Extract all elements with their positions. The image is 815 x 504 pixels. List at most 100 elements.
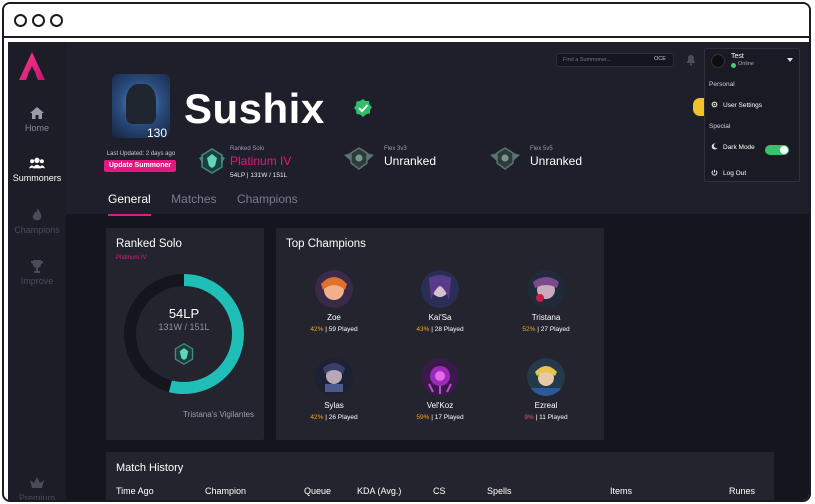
rank-tier-label: Unranked [384,154,437,168]
profile-header: 130 Sushix Last Updated: 2 days ago Upda… [66,42,809,216]
lp-progress-ring: 54LP 131W / 151L [122,272,246,396]
card-title: Match History [116,462,184,474]
champion-portrait-ezreal [527,358,565,396]
sidebar-item-label: Improve [20,276,54,286]
rank-queue-label: Flex 3v3 [384,146,407,152]
platinum-emblem-icon [174,342,194,366]
platinum-emblem-icon [199,148,225,174]
ranked-solo-tier: Platinum IV [116,255,147,261]
champion-name: Sylas [324,401,344,410]
summoner-name: Sushix [184,85,325,132]
moon-icon [711,143,718,150]
champion-item-sylas[interactable]: Sylas 42% | 26 Played [289,358,379,421]
user-dropdown-menu: Test Online Personal User Settings Speci… [704,48,800,182]
champion-name: Vel'Koz [426,401,454,410]
card-title: Ranked Solo [116,238,182,250]
region-select[interactable]: OCE [654,56,666,62]
window-control-maximize[interactable] [50,14,63,27]
champion-item-kaisa[interactable]: Kai'Sa 43% | 28 Played [395,270,485,333]
app-logo-icon[interactable] [18,50,46,82]
crown-icon [30,477,44,488]
column-header[interactable]: KDA (Avg.) [357,486,401,496]
column-header[interactable]: Queue [304,486,331,496]
column-header[interactable]: CS [433,486,446,496]
match-history-card: Match History Time Ago Champion Queue KD… [106,452,774,500]
sidebar-item-premium[interactable]: Premium [8,476,66,502]
rank-tier-label: Platinum IV [230,154,292,168]
sidebar-item-summoners[interactable]: Summoners [8,156,66,183]
rank-queue-label: Flex 5v5 [530,146,553,152]
sidebar-item-home[interactable]: Home [8,106,66,133]
column-header[interactable]: Time Ago [116,486,154,496]
dark-mode-toggle[interactable] [765,145,789,155]
champion-stats: 59% | 17 Played [416,414,464,421]
champion-portrait-velkoz [421,358,459,396]
user-avatar [711,54,725,68]
champion-portrait-sylas [315,358,353,396]
flame-icon [32,208,42,221]
menu-item-log-out[interactable]: Log Out [711,169,746,177]
champion-stats: 42% | 59 Played [310,326,358,333]
champion-portrait-tristana [527,270,565,308]
champion-item-zoe[interactable]: Zoe 42% | 59 Played [289,270,379,333]
home-icon [30,107,44,119]
last-updated-text: Last Updated: 2 days ago [106,151,176,157]
window-control-minimize[interactable] [32,14,45,27]
update-summoner-button[interactable]: Update Summoner [104,160,176,172]
league-name: Tristana's Vigilantes [183,410,254,419]
user-name: Test [731,53,744,60]
logout-icon [711,169,718,176]
users-icon [29,157,45,169]
column-header[interactable]: Champion [205,486,246,496]
champion-item-velkoz[interactable]: Vel'Koz 59% | 17 Played [395,358,485,421]
win-loss-record: 131W / 151L [158,322,210,332]
menu-item-label: Log Out [723,170,747,177]
tab-champions[interactable]: Champions [237,192,298,214]
bell-icon[interactable] [686,54,696,66]
card-title: Top Champions [286,238,366,250]
menu-section-personal: Personal [709,81,735,88]
menu-section-special: Special [709,123,731,130]
user-status: Online [738,61,754,67]
menu-item-user-settings[interactable]: User Settings [711,101,762,109]
menu-item-dark-mode[interactable]: Dark Mode [711,143,755,151]
lp-value: 54LP [168,306,200,321]
column-header[interactable]: Items [610,486,632,496]
sidebar-item-improve[interactable]: Improve [8,259,66,286]
column-header[interactable]: Spells [487,486,512,496]
unranked-emblem-icon [490,147,520,170]
champion-stats: 52% | 27 Played [522,326,570,333]
champion-name: Tristana [531,313,561,322]
sidebar-item-label: Home [24,123,49,133]
rank-record-label: 54LP | 131W / 151L [230,172,288,179]
rank-tier-label: Unranked [530,154,583,168]
sidebar-item-champions[interactable]: Champions [8,208,66,235]
top-champions-card: Top Champions Zoe 42% | 59 Played Kai'Sa… [276,228,604,440]
profile-tabs: General Matches Champions [108,190,314,216]
chevron-down-icon[interactable] [787,58,793,62]
window-control-close[interactable] [14,14,27,27]
summoner-level: 130 [147,126,168,140]
sidebar-item-label: Champions [14,225,60,235]
menu-item-label: User Settings [723,102,763,109]
ranked-solo-card: Ranked Solo Platinum IV 54LP 131W / 151L… [106,228,264,440]
app-root: Home Summoners Champions Improve Premium [8,42,809,502]
champion-stats: 9% | 11 Played [524,414,568,421]
sidebar-item-label: Premium [18,493,55,502]
menu-item-label: Dark Mode [723,144,755,151]
column-header[interactable]: Runes [729,486,755,496]
champion-item-tristana[interactable]: Tristana 52% | 27 Played [501,270,591,333]
sidebar: Home Summoners Champions Improve Premium [8,42,66,502]
tab-general[interactable]: General [108,192,151,216]
champion-name: Ezreal [534,401,558,410]
window-titlebar [4,4,809,38]
champion-portrait-zoe [315,270,353,308]
rank-queue-label: Ranked Solo [230,146,265,152]
unranked-emblem-icon [344,147,374,170]
tab-matches[interactable]: Matches [171,192,216,214]
online-status-icon [731,63,736,68]
sidebar-item-label: Summoners [12,173,62,183]
champion-item-ezreal[interactable]: Ezreal 9% | 11 Played [501,358,591,421]
match-history-header: Time Ago Champion Queue KDA (Avg.) CS Sp… [116,486,766,498]
champion-name: Zoe [327,313,341,322]
